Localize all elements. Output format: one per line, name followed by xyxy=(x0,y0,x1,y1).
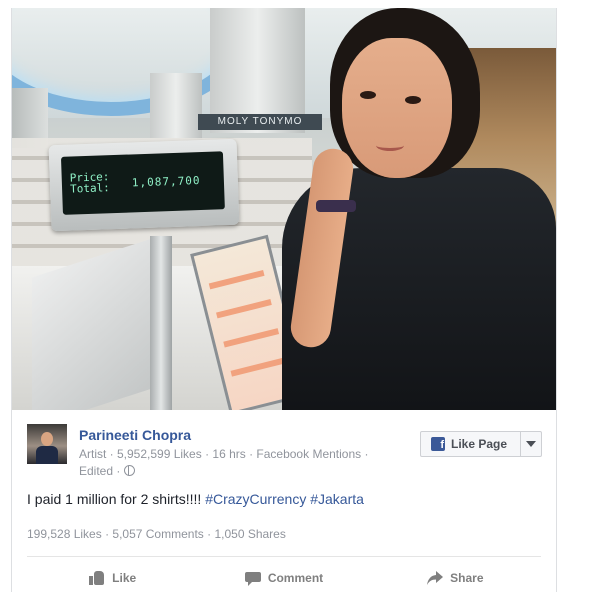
likes-count-link[interactable]: 199,528 Likes xyxy=(27,527,102,541)
photo-display-pole xyxy=(150,236,172,410)
post-text: I paid 1 million for 2 shirts!!!! #Crazy… xyxy=(27,491,364,507)
post-edited-label[interactable]: Edited · xyxy=(79,464,120,478)
comment-button-label: Comment xyxy=(267,571,324,585)
like-page-label: Like Page xyxy=(451,437,508,451)
author-avatar[interactable] xyxy=(27,424,67,464)
post-actions-bar: Like Comment Share xyxy=(27,564,541,592)
post-meta-line: Artist · 5,952,599 Likes · 16 hrs · Face… xyxy=(79,447,369,461)
author-name-link[interactable]: Parineeti Chopra xyxy=(79,427,191,443)
globe-icon xyxy=(123,465,135,476)
promo-stripe xyxy=(230,357,287,377)
hashtag-link[interactable]: #Jakarta xyxy=(310,491,364,507)
avatar-dress xyxy=(36,446,58,464)
post-meta: Artist · 5,952,599 Likes · 16 hrs · Face… xyxy=(79,446,409,480)
like-page-button[interactable]: f Like Page xyxy=(421,432,520,456)
photo-person-watch xyxy=(316,200,356,212)
hashtag-link[interactable]: #CrazyCurrency xyxy=(205,491,306,507)
photo-shop-sign: MOLY TONYMO xyxy=(198,114,322,130)
share-icon xyxy=(427,571,444,585)
stats-separator: · xyxy=(203,527,215,541)
promo-stripe xyxy=(223,328,280,348)
chevron-down-icon xyxy=(526,441,536,447)
thumbs-up-icon xyxy=(89,571,105,585)
like-button-label: Like xyxy=(112,571,137,585)
actions-divider xyxy=(27,556,541,557)
like-page-dropdown-button[interactable] xyxy=(520,432,541,456)
post-photo[interactable]: MOLY TONYMO Price: Total: 1,087,700 xyxy=(12,8,556,410)
comment-button[interactable]: Comment xyxy=(198,564,369,592)
photo-price-screen: Price: Total: 1,087,700 xyxy=(60,151,225,215)
total-label: Total: xyxy=(69,181,111,196)
comments-count-link[interactable]: 5,057 Comments xyxy=(112,527,203,541)
comment-icon xyxy=(244,571,261,586)
post-stats: 199,528 Likes · 5,057 Comments · 1,050 S… xyxy=(27,527,286,541)
photo-person-face xyxy=(342,38,452,178)
post-text-main: I paid 1 million for 2 shirts!!!! xyxy=(27,491,206,507)
total-amount: 1,087,700 xyxy=(131,174,201,190)
avatar-face xyxy=(41,432,53,446)
photo-pillar xyxy=(150,73,202,143)
photo-person-mouth xyxy=(376,140,404,151)
photo-person-eye xyxy=(360,91,376,99)
promo-stripe xyxy=(216,299,272,319)
share-button-label: Share xyxy=(450,571,484,585)
facebook-icon: f xyxy=(431,437,445,451)
promo-stripe xyxy=(208,269,265,290)
photo-price-display: Price: Total: 1,087,700 xyxy=(48,138,240,232)
photo-person-eye xyxy=(405,96,421,104)
like-button[interactable]: Like xyxy=(27,564,198,592)
like-page-button-group: f Like Page xyxy=(420,431,542,457)
facebook-post-card: MOLY TONYMO Price: Total: 1,087,700 Pari… xyxy=(11,8,557,592)
share-button[interactable]: Share xyxy=(370,564,541,592)
stats-separator: · xyxy=(101,527,113,541)
shares-count-link[interactable]: 1,050 Shares xyxy=(214,527,285,541)
